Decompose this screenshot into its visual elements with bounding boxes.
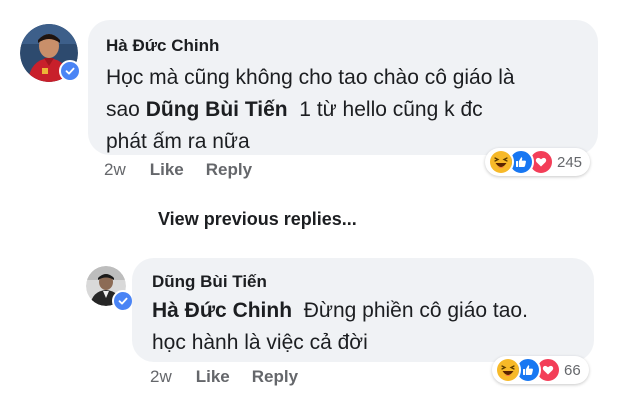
- avatar-ha-duc-chinh[interactable]: [20, 24, 81, 82]
- mention-dung-bui-tien[interactable]: Dũng Bùi Tiến: [146, 98, 288, 121]
- reply-text: Hà Đức Chinh Đừng phiền cô giáo tao. học…: [152, 295, 592, 359]
- comment-bubble: Hà Đức Chinh Học mà cũng không cho tao c…: [88, 20, 598, 155]
- avatar-dung-bui-tien[interactable]: [86, 266, 134, 312]
- reply-actions: 2w Like Reply: [150, 367, 298, 387]
- reply-line-1: Hà Đức Chinh Đừng phiền cô giáo tao.: [152, 295, 592, 327]
- reply-timestamp[interactable]: 2w: [150, 367, 172, 387]
- verified-badge-icon: [112, 290, 134, 312]
- comment-line-1: Học mà cũng không cho tao chào cô giáo l…: [106, 66, 515, 89]
- comment-actions: 2w Like Reply: [104, 160, 252, 180]
- like-button[interactable]: Like: [196, 367, 230, 387]
- reaction-summary[interactable]: 245: [485, 148, 591, 176]
- reaction-count: 245: [557, 153, 583, 171]
- reply-author-name[interactable]: Dũng Bùi Tiến: [152, 272, 267, 292]
- view-previous-replies-link[interactable]: View previous replies...: [158, 209, 357, 230]
- reply-button[interactable]: Reply: [206, 160, 252, 180]
- haha-icon: [495, 357, 521, 383]
- haha-icon: [488, 149, 514, 175]
- reaction-count: 66: [564, 361, 581, 379]
- comment-line-2-prefix: sao: [106, 98, 146, 121]
- comment-timestamp[interactable]: 2w: [104, 160, 126, 180]
- reaction-summary[interactable]: 66: [492, 356, 589, 384]
- reply-line-2: học hành là việc cả đời: [152, 331, 368, 354]
- reply-button[interactable]: Reply: [252, 367, 298, 387]
- comment-author-name[interactable]: Hà Đức Chinh: [106, 36, 219, 56]
- reply-bubble: Dũng Bùi Tiến Hà Đức Chinh Đừng phiền cô…: [132, 258, 594, 362]
- mention-ha-duc-chinh[interactable]: Hà Đức Chinh: [152, 299, 292, 322]
- comment-line-2: sao Dũng Bùi Tiến 1 từ hello cũng k đc: [106, 94, 586, 126]
- reply-line-1-suffix: Đừng phiền cô giáo tao.: [292, 299, 528, 322]
- comment-text: Học mà cũng không cho tao chào cô giáo l…: [106, 62, 586, 158]
- like-button[interactable]: Like: [150, 160, 184, 180]
- comment-line-2-suffix: 1 từ hello cũng k đc: [287, 98, 483, 121]
- verified-badge-icon: [59, 60, 81, 82]
